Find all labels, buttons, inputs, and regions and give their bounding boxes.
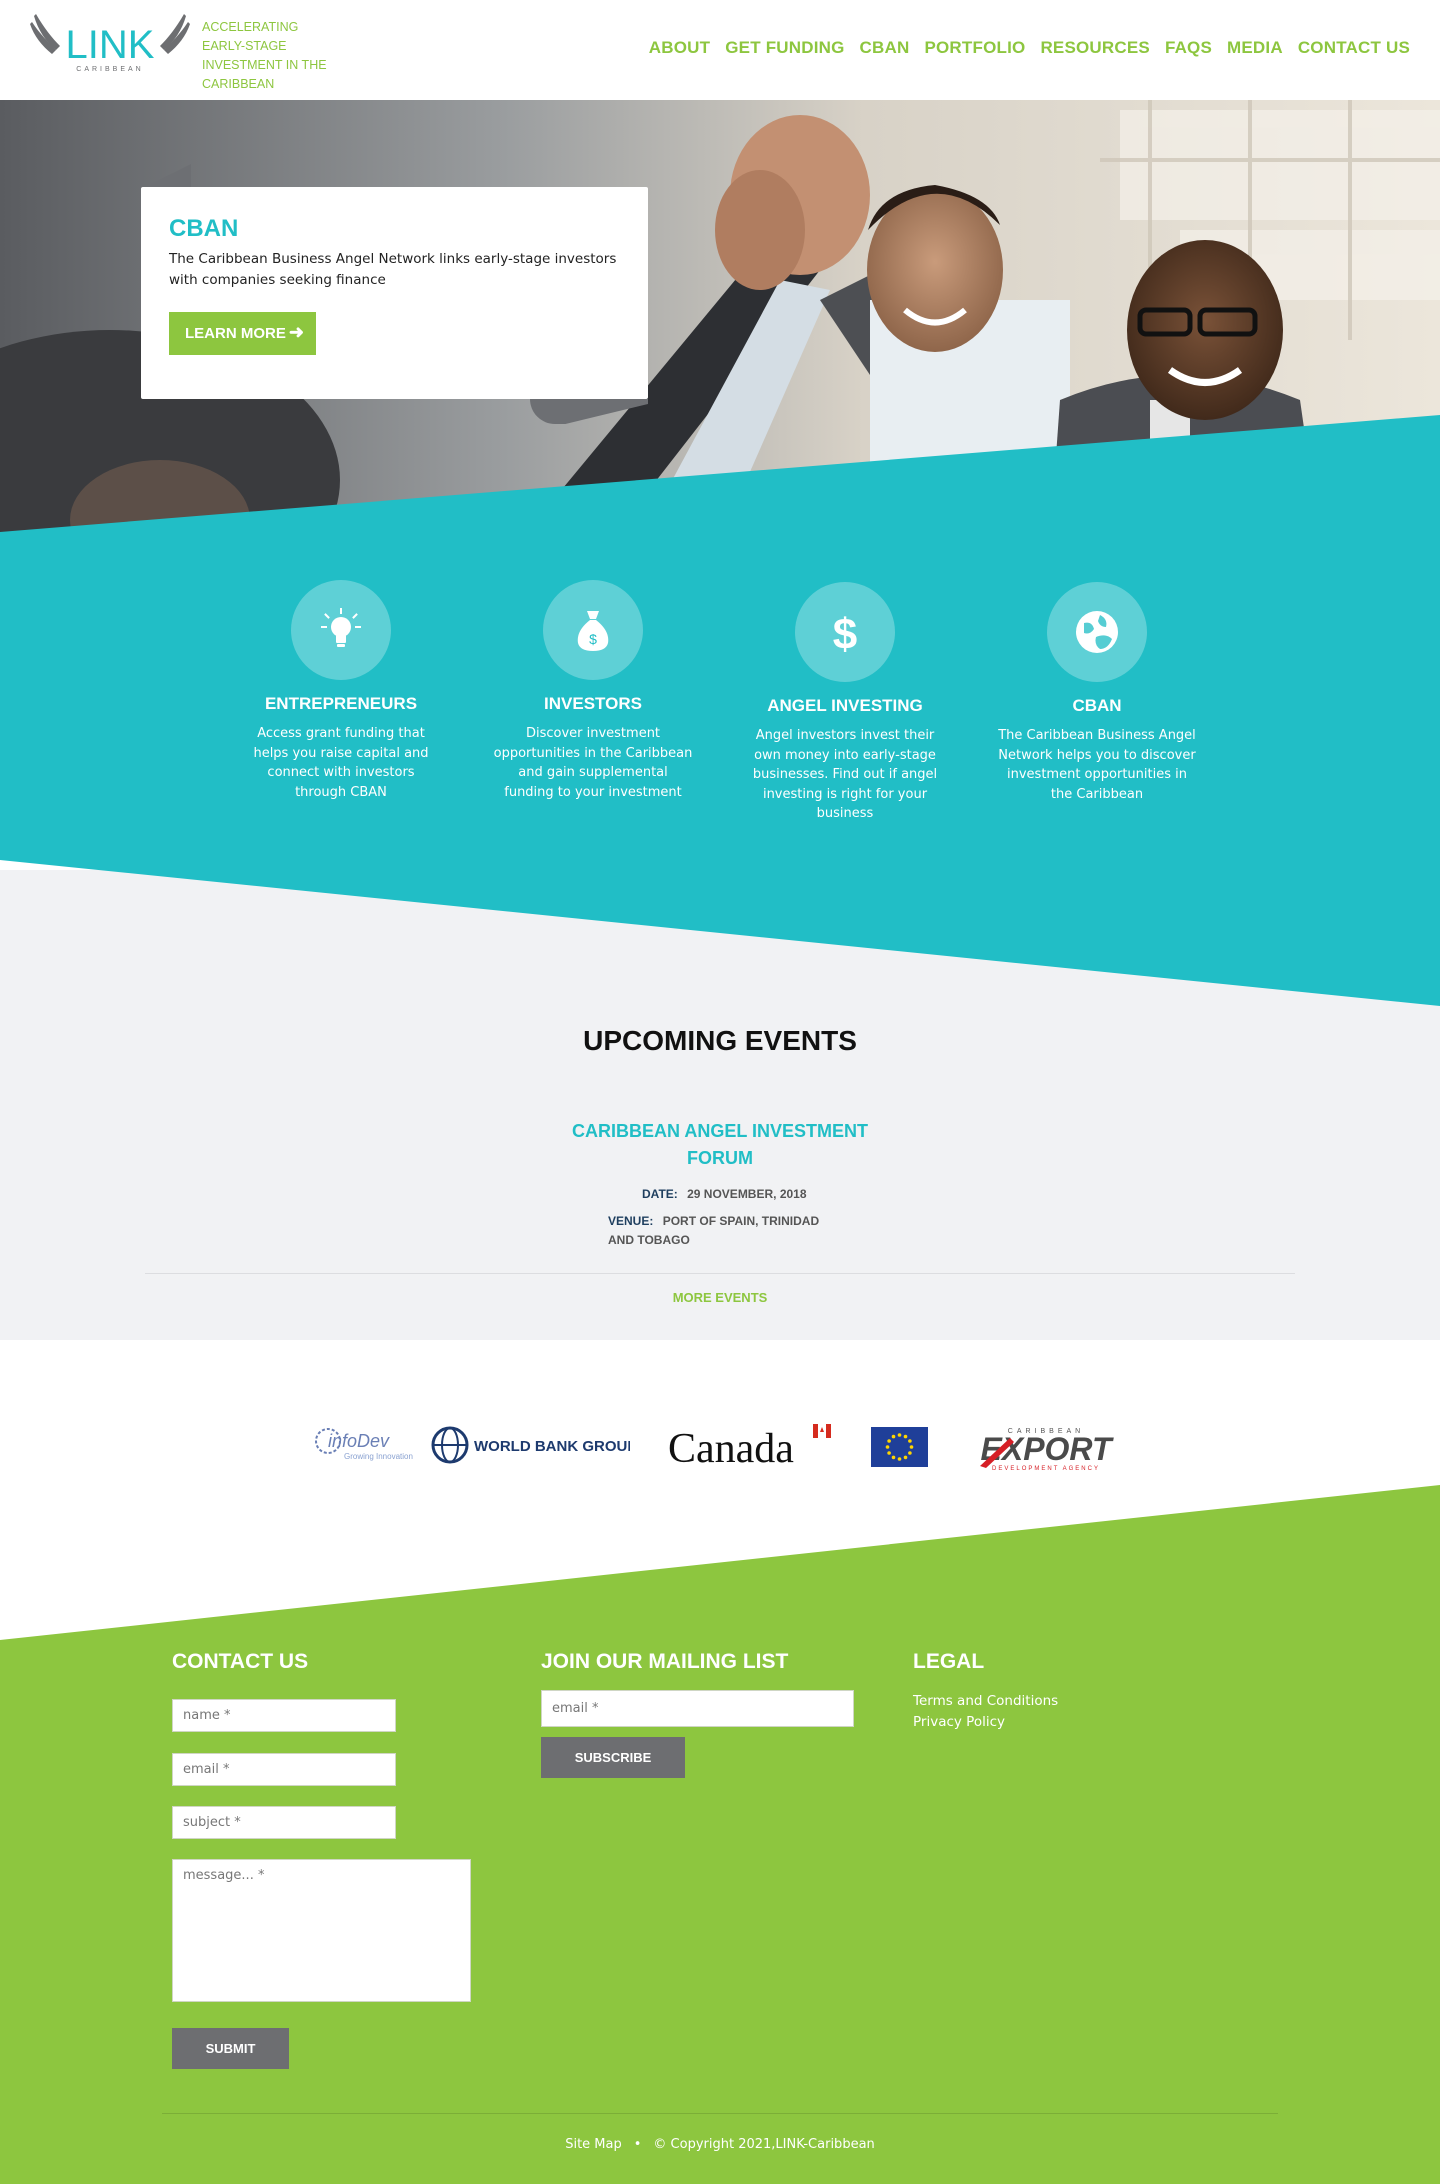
svg-text:LINK: LINK bbox=[66, 23, 155, 67]
footer-divider bbox=[162, 2113, 1278, 2114]
privacy-link[interactable]: Privacy Policy bbox=[913, 1714, 1005, 1730]
subscribe-button[interactable]: SUBSCRIBE bbox=[541, 1737, 685, 1778]
contact-email-input[interactable] bbox=[172, 1753, 396, 1786]
feature-icon-circle: $ bbox=[543, 580, 643, 680]
copyright-text: © Copyright 2021,LINK-Caribbean bbox=[653, 2137, 875, 2152]
feature-icon-circle: $ bbox=[795, 582, 895, 682]
hero-title: CBAN bbox=[169, 215, 239, 242]
contact-name-input[interactable] bbox=[172, 1699, 396, 1732]
event-venue-row: VENUE: PORT OF SPAIN, TRINIDAD AND TOBAG… bbox=[608, 1212, 838, 1250]
nav-contact-us[interactable]: CONTACT US bbox=[1298, 38, 1410, 58]
contact-subject-input[interactable] bbox=[172, 1806, 396, 1839]
mailing-list-heading: JOIN OUR MAILING LIST bbox=[541, 1650, 789, 1673]
hero-banner: CBAN The Caribbean Business Angel Networ… bbox=[0, 100, 1440, 540]
feature-title: CBAN bbox=[1072, 696, 1122, 715]
nav-faqs[interactable]: FAQS bbox=[1165, 38, 1212, 58]
dollar-icon: $ bbox=[833, 610, 857, 657]
mailing-email-input[interactable] bbox=[541, 1690, 854, 1727]
contact-submit-button[interactable]: SUBMIT bbox=[172, 2028, 289, 2069]
svg-text:$: $ bbox=[833, 610, 857, 657]
event-date-value: 29 NOVEMBER, 2018 bbox=[687, 1187, 807, 1201]
svg-text:CARIBBEAN: CARIBBEAN bbox=[76, 66, 143, 73]
hero-description: The Caribbean Business Angel Network lin… bbox=[169, 251, 617, 288]
nav-portfolio[interactable]: PORTFOLIO bbox=[924, 38, 1025, 58]
link-caribbean-logo[interactable]: LINK CARIBBEAN bbox=[30, 8, 190, 78]
nav-media[interactable]: MEDIA bbox=[1227, 38, 1283, 58]
eu-flag-logo[interactable] bbox=[871, 1427, 928, 1467]
contact-us-heading: CONTACT US bbox=[172, 1650, 309, 1673]
feature-entrepreneurs[interactable]: ENTREPRENEURS Access grant funding that … bbox=[241, 580, 441, 802]
learn-more-button[interactable]: LEARN MORE ➜ bbox=[169, 312, 316, 355]
terms-link[interactable]: Terms and Conditions bbox=[913, 1693, 1058, 1709]
caribbean-export-logo[interactable]: CARIBBEAN EXPORT DEVELOPMENT AGENCY bbox=[966, 1424, 1126, 1472]
contact-message-input[interactable] bbox=[172, 1859, 471, 2002]
upcoming-events-section: UPCOMING EVENTS CARIBBEAN ANGEL INVESTME… bbox=[0, 870, 1440, 1340]
hero-card: CBAN The Caribbean Business Angel Networ… bbox=[141, 164, 648, 399]
event-date-label: DATE: bbox=[642, 1187, 678, 1201]
arrow-right-icon: ➜ bbox=[288, 322, 304, 342]
infodev-logo[interactable]: infoDev Growing Innovation bbox=[314, 1425, 419, 1465]
feature-text: Angel investors invest their own money i… bbox=[752, 728, 938, 821]
feature-investors[interactable]: $ INVESTORS Discover investment opportun… bbox=[493, 580, 693, 802]
feature-cban[interactable]: CBAN The Caribbean Business Angel Networ… bbox=[997, 582, 1197, 804]
event-venue-label: VENUE: bbox=[608, 1214, 654, 1228]
svg-text:infoDev: infoDev bbox=[328, 1431, 390, 1451]
events-heading: UPCOMING EVENTS bbox=[583, 1025, 857, 1056]
lightbulb-icon bbox=[321, 608, 361, 647]
feature-icon-circle bbox=[291, 580, 391, 680]
separator-dot: • bbox=[633, 2137, 642, 2152]
svg-text:Growing Innovation: Growing Innovation bbox=[344, 1452, 413, 1461]
svg-text:WORLD BANK GROUP: WORLD BANK GROUP bbox=[474, 1438, 630, 1455]
svg-text:$: $ bbox=[589, 631, 597, 647]
nav-resources[interactable]: RESOURCES bbox=[1040, 38, 1150, 58]
svg-text:Canada: Canada bbox=[668, 1426, 794, 1470]
site-footer: CONTACT US SUBMIT JOIN OUR MAILING LIST … bbox=[0, 1640, 1440, 2184]
nav-cban[interactable]: CBAN bbox=[860, 38, 910, 58]
legal-heading: LEGAL bbox=[913, 1650, 985, 1673]
features-section: ENTREPRENEURS Access grant funding that … bbox=[0, 540, 1440, 870]
globe-icon bbox=[1076, 611, 1118, 653]
nav-get-funding[interactable]: GET FUNDING bbox=[725, 38, 844, 58]
main-nav: ABOUT GET FUNDING CBAN PORTFOLIO RESOURC… bbox=[649, 38, 1410, 58]
feature-title: INVESTORS bbox=[544, 694, 642, 713]
event-date-row: DATE: 29 NOVEMBER, 2018 bbox=[642, 1187, 807, 1201]
feature-text: The Caribbean Business Angel Network hel… bbox=[998, 728, 1196, 802]
svg-text:DEVELOPMENT AGENCY: DEVELOPMENT AGENCY bbox=[992, 1466, 1100, 1472]
site-tagline: ACCELERATING EARLY-STAGE INVESTMENT IN T… bbox=[202, 20, 327, 91]
sitemap-link[interactable]: Site Map bbox=[565, 2137, 622, 2152]
nav-about[interactable]: ABOUT bbox=[649, 38, 710, 58]
events-divider bbox=[145, 1273, 1295, 1274]
feature-title: ENTREPRENEURS bbox=[264, 694, 418, 713]
more-events-link[interactable]: MORE EVENTS bbox=[0, 1290, 1440, 1305]
footer-bottom-bar: Site Map • © Copyright 2021,LINK-Caribbean bbox=[0, 2137, 1440, 2152]
learn-more-label: LEARN MORE bbox=[185, 325, 286, 342]
feature-icon-circle bbox=[1047, 582, 1147, 682]
feature-angel-investing[interactable]: $ ANGEL INVESTING Angel investors invest… bbox=[745, 582, 945, 824]
site-header: LINK CARIBBEAN ACCELERATING EARLY-STAGE … bbox=[0, 0, 1440, 100]
feature-text: Discover investment opportunities in the… bbox=[493, 726, 693, 800]
feature-text: Access grant funding that helps you rais… bbox=[253, 726, 429, 800]
world-bank-group-logo[interactable]: WORLD BANK GROUP bbox=[430, 1425, 630, 1465]
event-name-link[interactable]: CARIBBEAN ANGEL INVESTMENT FORUM bbox=[570, 1118, 870, 1172]
canada-logo[interactable]: Canada bbox=[668, 1420, 833, 1470]
feature-title: ANGEL INVESTING bbox=[767, 696, 923, 715]
money-bag-icon: $ bbox=[577, 611, 609, 651]
